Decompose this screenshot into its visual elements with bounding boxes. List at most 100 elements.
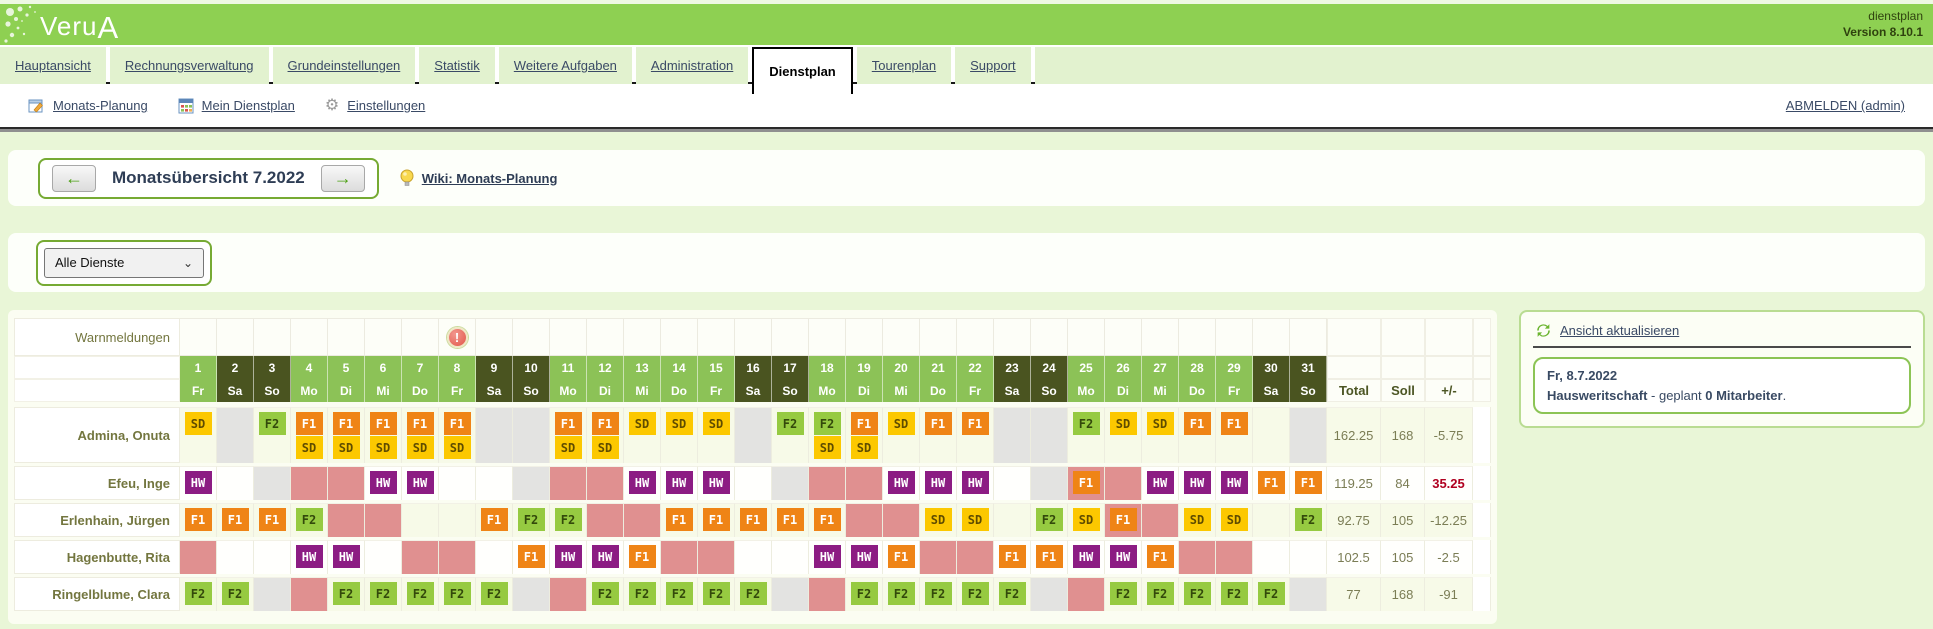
shift-cell-day-24[interactable] [1031, 407, 1068, 463]
logout-link[interactable]: ABMELDEN (admin) [1786, 98, 1905, 113]
shift-cell-day-14[interactable]: F2 [661, 577, 698, 611]
shift-cell-day-21[interactable]: SD [920, 503, 957, 537]
wiki-link[interactable]: Wiki: Monats-Planung [422, 171, 558, 186]
warning-icon[interactable]: ! [447, 327, 468, 348]
shift-cell-day-22[interactable]: HW [957, 466, 994, 500]
shift-cell-day-12[interactable]: HW [587, 540, 624, 574]
shift-cell-day-23[interactable]: F1 [994, 540, 1031, 574]
shift-cell-day-6[interactable] [365, 503, 402, 537]
shift-cell-day-27[interactable]: F1 [1142, 540, 1179, 574]
shift-cell-day-6[interactable]: F2 [365, 577, 402, 611]
shift-cell-day-2[interactable]: F1 [217, 503, 254, 537]
shift-cell-day-29[interactable]: F2 [1216, 577, 1253, 611]
shift-cell-day-30[interactable]: F1 [1253, 466, 1290, 500]
shift-cell-day-14[interactable]: SD [661, 407, 698, 463]
service-filter-select[interactable]: Alle Dienste ⌄ [44, 248, 204, 278]
einstellungen-link[interactable]: ⚙ Einstellungen [325, 98, 425, 114]
shift-cell-day-7[interactable] [402, 503, 439, 537]
shift-cell-day-31[interactable] [1290, 577, 1327, 611]
shift-cell-day-11[interactable] [550, 466, 587, 500]
shift-cell-day-23[interactable] [994, 407, 1031, 463]
shift-cell-day-8[interactable] [439, 540, 476, 574]
shift-cell-day-6[interactable] [365, 540, 402, 574]
shift-cell-day-2[interactable] [217, 466, 254, 500]
shift-cell-day-30[interactable]: F2 [1253, 577, 1290, 611]
shift-cell-day-15[interactable]: SD [698, 407, 735, 463]
shift-cell-day-25[interactable]: F1 [1068, 466, 1105, 500]
shift-cell-day-16[interactable] [735, 540, 772, 574]
shift-cell-day-19[interactable]: F1SD [846, 407, 883, 463]
shift-cell-day-25[interactable]: F2 [1068, 407, 1105, 463]
shift-cell-day-7[interactable] [402, 540, 439, 574]
shift-cell-day-2[interactable] [217, 540, 254, 574]
shift-cell-day-1[interactable]: F2 [180, 577, 217, 611]
shift-cell-day-27[interactable]: F2 [1142, 577, 1179, 611]
shift-cell-day-17[interactable] [772, 466, 809, 500]
shift-cell-day-5[interactable]: F2 [328, 577, 365, 611]
shift-cell-day-4[interactable] [291, 577, 328, 611]
shift-cell-day-27[interactable] [1142, 503, 1179, 537]
shift-cell-day-5[interactable]: HW [328, 540, 365, 574]
shift-cell-day-31[interactable]: F1 [1290, 466, 1327, 500]
shift-cell-day-13[interactable]: HW [624, 466, 661, 500]
shift-cell-day-10[interactable] [513, 407, 550, 463]
shift-cell-day-9[interactable]: F2 [476, 577, 513, 611]
shift-cell-day-25[interactable]: SD [1068, 503, 1105, 537]
shift-cell-day-8[interactable] [439, 466, 476, 500]
shift-cell-day-13[interactable]: SD [624, 407, 661, 463]
shift-cell-day-30[interactable] [1253, 503, 1290, 537]
shift-cell-day-9[interactable] [476, 540, 513, 574]
shift-cell-day-18[interactable]: HW [809, 540, 846, 574]
shift-cell-day-2[interactable]: F2 [217, 577, 254, 611]
shift-cell-day-3[interactable]: F1 [254, 503, 291, 537]
shift-cell-day-11[interactable]: HW [550, 540, 587, 574]
shift-cell-day-26[interactable]: HW [1105, 540, 1142, 574]
shift-cell-day-18[interactable]: F2SD [809, 407, 846, 463]
shift-cell-day-23[interactable]: F2 [994, 577, 1031, 611]
tab-grundeinstellungen[interactable]: Grundeinstellungen [273, 47, 416, 84]
shift-cell-day-19[interactable]: HW [846, 540, 883, 574]
shift-cell-day-28[interactable]: F1 [1179, 407, 1216, 463]
shift-cell-day-31[interactable]: F2 [1290, 503, 1327, 537]
refresh-view-link[interactable]: Ansicht aktualisieren [1560, 323, 1679, 338]
mein-dienstplan-link[interactable]: Mein Dienstplan [178, 98, 295, 114]
tab-administration[interactable]: Administration [636, 47, 748, 84]
shift-cell-day-18[interactable] [809, 466, 846, 500]
tab-support[interactable]: Support [955, 47, 1031, 84]
tab-tourenplan[interactable]: Tourenplan [857, 47, 951, 84]
shift-cell-day-4[interactable] [291, 466, 328, 500]
shift-cell-day-9[interactable]: F1 [476, 503, 513, 537]
shift-cell-day-17[interactable]: F2 [772, 407, 809, 463]
shift-cell-day-10[interactable]: F2 [513, 503, 550, 537]
shift-cell-day-28[interactable]: F2 [1179, 577, 1216, 611]
shift-cell-day-23[interactable] [994, 503, 1031, 537]
shift-cell-day-17[interactable] [772, 540, 809, 574]
shift-cell-day-20[interactable]: HW [883, 466, 920, 500]
shift-cell-day-1[interactable]: F1 [180, 503, 217, 537]
shift-cell-day-27[interactable]: SD [1142, 407, 1179, 463]
shift-cell-day-18[interactable] [809, 577, 846, 611]
shift-cell-day-7[interactable]: HW [402, 466, 439, 500]
shift-cell-day-6[interactable]: HW [365, 466, 402, 500]
shift-cell-day-21[interactable]: F1 [920, 407, 957, 463]
tab-hauptansicht[interactable]: Hauptansicht [0, 47, 106, 84]
shift-cell-day-15[interactable]: F2 [698, 577, 735, 611]
shift-cell-day-10[interactable] [513, 577, 550, 611]
shift-cell-day-3[interactable] [254, 466, 291, 500]
shift-cell-day-14[interactable] [661, 540, 698, 574]
shift-cell-day-4[interactable]: HW [291, 540, 328, 574]
shift-cell-day-12[interactable] [587, 503, 624, 537]
tab-rechnungsverwaltung[interactable]: Rechnungsverwaltung [110, 47, 269, 84]
shift-cell-day-21[interactable]: F2 [920, 577, 957, 611]
shift-cell-day-14[interactable]: HW [661, 466, 698, 500]
shift-cell-day-8[interactable]: F2 [439, 577, 476, 611]
shift-cell-day-25[interactable]: HW [1068, 540, 1105, 574]
shift-cell-day-1[interactable]: SD [180, 407, 217, 463]
shift-cell-day-21[interactable]: HW [920, 466, 957, 500]
shift-cell-day-26[interactable]: F1 [1105, 503, 1142, 537]
shift-cell-day-29[interactable]: SD [1216, 503, 1253, 537]
shift-cell-day-13[interactable] [624, 503, 661, 537]
shift-cell-day-26[interactable]: SD [1105, 407, 1142, 463]
shift-cell-day-19[interactable]: F2 [846, 577, 883, 611]
shift-cell-day-1[interactable]: HW [180, 466, 217, 500]
